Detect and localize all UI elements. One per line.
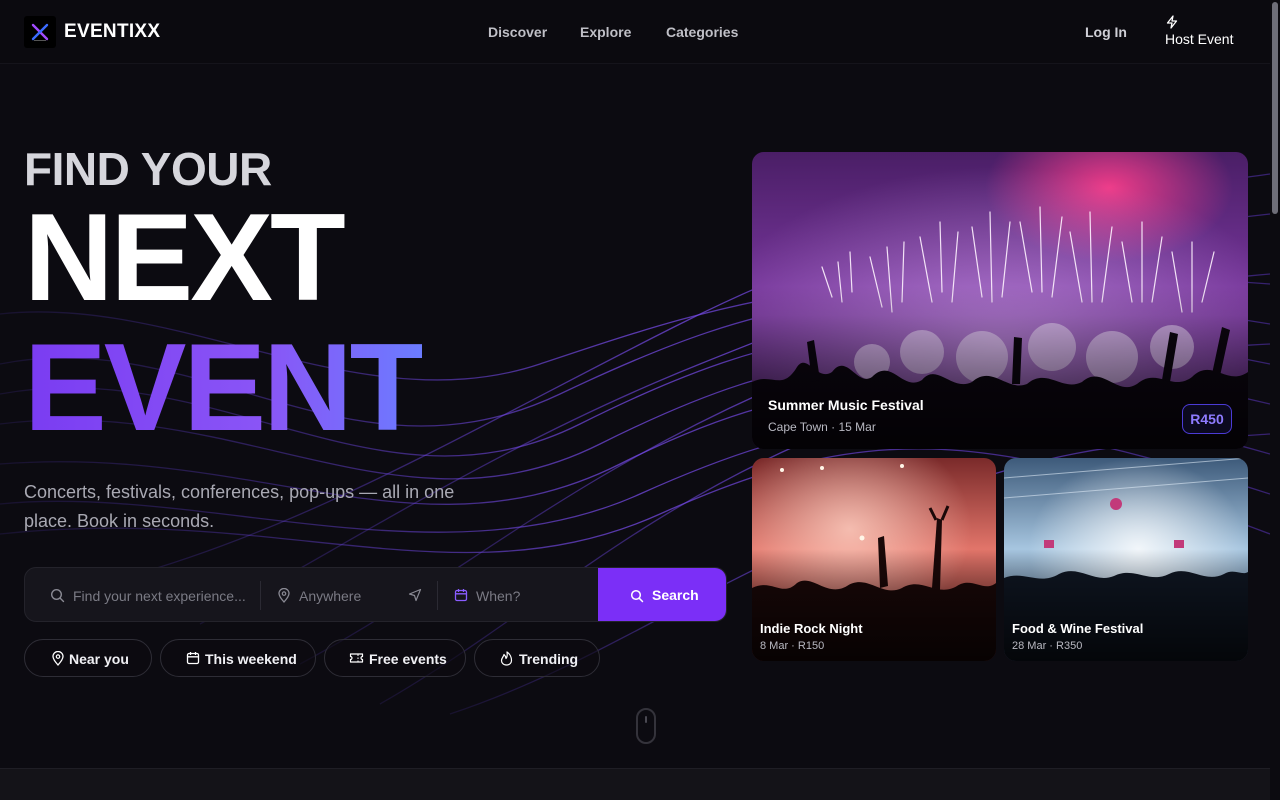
hero-subtitle: Concerts, festivals, conferences, pop-up… <box>24 482 455 531</box>
top-navigation-bar: EVENTIXX Discover Explore Categories Log… <box>0 0 1270 64</box>
where-search-input[interactable] <box>299 568 399 621</box>
calendar-icon <box>454 589 468 602</box>
chip-this-weekend[interactable]: This weekend <box>160 639 316 677</box>
chip-trending[interactable]: Trending <box>474 639 600 677</box>
event-meta: 28 Mar · R350 <box>1012 640 1083 652</box>
search-icon <box>630 589 644 603</box>
location-pin-icon <box>278 588 290 603</box>
next-section-edge <box>0 768 1270 800</box>
event-title: Food & Wine Festival <box>1012 621 1144 636</box>
ticket-icon <box>349 653 364 663</box>
brand-logo-icon[interactable] <box>24 16 56 48</box>
what-search-segment <box>25 568 260 621</box>
search-button-label: Search <box>652 587 699 603</box>
event-card-food-wine[interactable]: Food & Wine Festival 28 Mar · R350 <box>1004 458 1248 661</box>
nav-discover[interactable]: Discover <box>488 24 547 40</box>
host-event-label: Host Event <box>1165 31 1234 47</box>
brand-name[interactable]: EVENTIXX <box>64 21 160 43</box>
scroll-down-indicator-icon[interactable] <box>636 708 656 744</box>
event-card-indie-rock[interactable]: Indie Rock Night 8 Mar · R150 <box>752 458 996 661</box>
nav-categories[interactable]: Categories <box>666 24 738 40</box>
scrollbar-thumb[interactable] <box>1272 2 1278 214</box>
what-search-input[interactable] <box>73 568 255 621</box>
featured-event-meta: Cape Town · 15 Mar <box>768 420 876 434</box>
chip-label: Free events <box>369 651 447 667</box>
where-search-segment <box>261 568 437 621</box>
chip-near-you[interactable]: Near you <box>24 639 152 677</box>
login-link[interactable]: Log In <box>1085 24 1127 40</box>
chip-label: Trending <box>519 651 579 667</box>
flame-icon <box>500 651 513 666</box>
event-meta: 8 Mar · R150 <box>760 640 825 652</box>
event-title: Indie Rock Night <box>760 621 863 636</box>
when-search-input[interactable] <box>476 568 594 621</box>
location-pin-icon <box>52 651 64 666</box>
locate-me-icon[interactable] <box>408 588 422 602</box>
hero-heading-line-1: FIND YOUR <box>24 143 272 195</box>
search-icon <box>50 588 65 603</box>
chip-label: Near you <box>69 651 129 667</box>
featured-event-card[interactable]: Summer Music Festival Cape Town · 15 Mar… <box>752 152 1248 449</box>
bolt-icon <box>1166 15 1178 29</box>
featured-event-title: Summer Music Festival <box>768 397 924 413</box>
nav-explore[interactable]: Explore <box>580 24 631 40</box>
host-event-button[interactable]: Host Event <box>1165 13 1245 53</box>
chip-label: This weekend <box>205 651 297 667</box>
price-badge: R450 <box>1182 404 1232 434</box>
search-button[interactable]: Search <box>598 568 726 621</box>
hero-heading-line-3: EVENT <box>24 319 425 457</box>
when-search-segment <box>438 568 598 621</box>
chip-free-events[interactable]: Free events <box>324 639 466 677</box>
search-bar: Search <box>24 567 727 622</box>
hero-heading-line-2: NEXT <box>24 189 346 327</box>
calendar-icon <box>186 652 200 665</box>
